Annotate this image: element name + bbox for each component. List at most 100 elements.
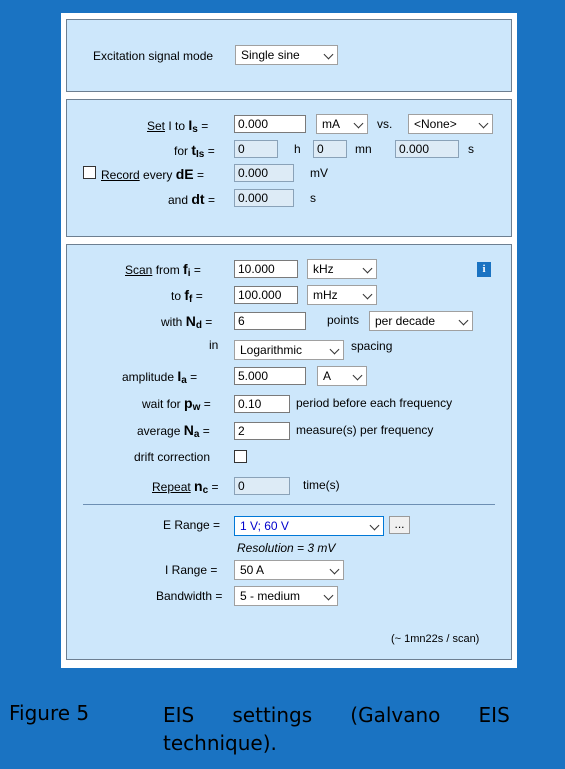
chevron-down-icon	[323, 49, 334, 60]
record-word: Record	[101, 168, 140, 182]
chevron-down-icon	[369, 520, 380, 531]
eis-settings-panel: Excitation signal mode Single sine Set I…	[61, 13, 517, 668]
record-de-label: Record every dE =	[101, 166, 204, 182]
nc-value-field[interactable]: 0	[234, 477, 290, 495]
ff-unit-select[interactable]: mHz	[307, 285, 377, 305]
chevron-down-icon	[323, 590, 334, 601]
na-sub: a	[193, 429, 200, 440]
with-label: with	[161, 315, 183, 329]
tis-sub: Is	[196, 149, 205, 160]
seconds-field[interactable]: 0.000	[395, 140, 459, 158]
resolution-text: Resolution = 3 mV	[237, 541, 336, 555]
na-text: measure(s) per frequency	[296, 423, 434, 437]
bandwidth-select[interactable]: 5 - medium	[234, 586, 338, 606]
fi-value-input[interactable]: 10.000	[234, 260, 298, 278]
pw-value-input[interactable]: 0.10	[234, 395, 290, 413]
scan-duration: (~ 1mn22s / scan)	[391, 633, 480, 645]
excitation-mode-select[interactable]: Single sine	[235, 45, 338, 65]
fi-eq: =	[193, 263, 201, 277]
scan-rest: from	[155, 263, 180, 277]
ia-value-input[interactable]: 5.000	[234, 367, 306, 385]
spacing-label: spacing	[351, 339, 393, 353]
nd-value-input[interactable]: 6	[234, 312, 306, 330]
drift-correction-label: drift correction	[134, 450, 211, 464]
set-rest: I to	[168, 119, 186, 133]
spacing-select[interactable]: Logarithmic	[234, 340, 344, 360]
na-value-input[interactable]: 2	[234, 422, 290, 440]
ff-sub: f	[189, 294, 193, 305]
to-ff-label: to ff =	[171, 287, 203, 305]
chevron-down-icon	[478, 118, 489, 129]
nd-mode-value: per decade	[375, 314, 436, 328]
nd-mode-select[interactable]: per decade	[369, 311, 473, 331]
tis-eq: =	[207, 144, 215, 158]
bandwidth-value: 5 - medium	[240, 589, 301, 603]
and-dt-label: and dt =	[168, 191, 215, 207]
chevron-down-icon	[353, 118, 364, 129]
to-label: to	[171, 289, 182, 303]
chevron-down-icon	[458, 315, 469, 326]
nc-sub: c	[202, 485, 209, 496]
minutes-unit: mn	[355, 142, 372, 156]
for-tis-label: for tIs =	[174, 142, 215, 160]
de-unit: mV	[310, 166, 328, 180]
ff-value-input[interactable]: 100.000	[234, 286, 298, 304]
for-label: for	[174, 144, 189, 158]
pw-text: period before each frequency	[296, 396, 453, 410]
pw-eq: =	[203, 397, 211, 411]
hours-field[interactable]: 0	[234, 140, 278, 158]
ff-unit-value: mHz	[313, 288, 338, 302]
figure-caption-line2: technique).	[163, 731, 277, 755]
points-label: points	[327, 313, 360, 327]
vs-value: <None>	[414, 117, 457, 131]
nd-eq: =	[205, 315, 213, 329]
nc-text: time(s)	[303, 478, 340, 492]
irange-select[interactable]: 50 A	[234, 560, 344, 580]
na-symbol: N	[183, 422, 194, 438]
record-de-field[interactable]: 0.000	[234, 164, 294, 182]
average-label: average	[137, 424, 181, 438]
erange-select[interactable]: 1 V; 60 V	[234, 516, 384, 536]
bandwidth-label: Bandwidth =	[156, 589, 223, 603]
nc-eq: =	[211, 480, 219, 494]
separator	[83, 504, 495, 505]
figure-caption-line1: EIS settings (Galvano EIS	[163, 703, 510, 727]
is-unit-value: mA	[322, 117, 340, 131]
is-unit-select[interactable]: mA	[316, 114, 368, 134]
info-icon[interactable]: i	[477, 262, 491, 277]
record-checkbox[interactable]	[83, 166, 96, 179]
pw-symbol: p	[184, 395, 193, 411]
ia-unit-select[interactable]: A	[317, 366, 367, 386]
is-value-input[interactable]: 0.000	[234, 115, 306, 133]
excitation-group: Excitation signal mode Single sine	[66, 19, 512, 92]
fi-unit-select[interactable]: kHz	[307, 259, 377, 279]
average-na-label: average Na =	[137, 422, 210, 440]
erange-more-button[interactable]: ...	[389, 516, 410, 534]
excitation-mode-value: Single sine	[241, 48, 300, 62]
chevron-down-icon	[329, 344, 340, 355]
ia-sub: a	[181, 375, 187, 386]
set-word: Set	[147, 119, 166, 133]
figure-caption: EIS settings (Galvano EIS technique).	[163, 701, 557, 757]
chevron-down-icon	[362, 263, 373, 274]
spacing-value: Logarithmic	[240, 343, 303, 357]
nd-sub: d	[195, 320, 202, 331]
is-eq: =	[201, 119, 209, 133]
erange-label: E Range =	[163, 518, 221, 532]
wait-pw-label: wait for pw =	[142, 395, 211, 413]
erange-value: 1 V; 60 V	[240, 519, 289, 533]
scan-word: Scan	[125, 263, 153, 277]
repeat-nc-label: Repeat nc =	[152, 478, 219, 496]
fi-unit-value: kHz	[313, 262, 334, 276]
vs-select[interactable]: <None>	[408, 114, 493, 134]
nd-symbol: N	[185, 313, 196, 329]
minutes-field[interactable]: 0	[313, 140, 347, 158]
drift-correction-checkbox[interactable]	[234, 450, 247, 463]
figure-number: Figure 5	[9, 701, 90, 725]
set-current-group: Set I to Is = 0.000 mA vs. <None> for tI…	[66, 99, 512, 237]
in-label: in	[209, 338, 219, 352]
record-dt-field[interactable]: 0.000	[234, 189, 294, 207]
nc-symbol: n	[194, 478, 203, 494]
wait-label: wait for	[142, 397, 181, 411]
is-sub: s	[192, 124, 198, 135]
